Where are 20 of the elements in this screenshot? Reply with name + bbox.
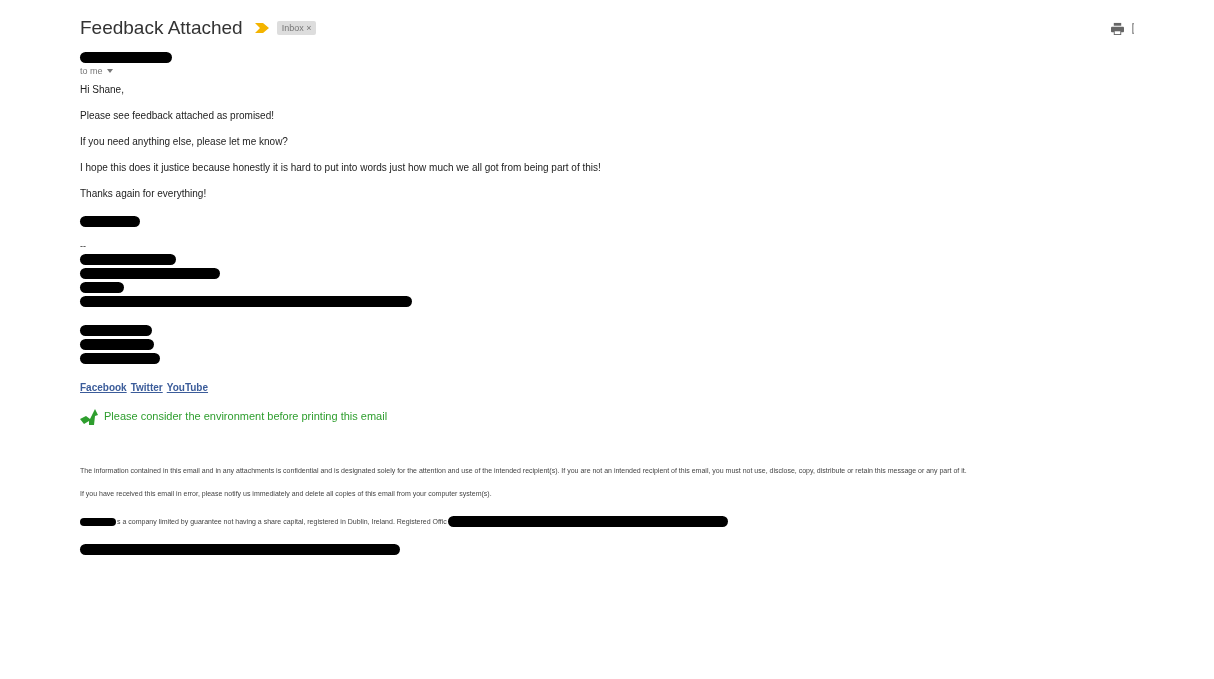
social-link[interactable]: Twitter bbox=[130, 382, 163, 393]
message-paragraph: I hope this does it justice because honestly it is hard to put into words just how much we all got from being part of this! bbox=[80, 162, 602, 174]
redaction-mark bbox=[80, 216, 140, 227]
message-paragraph: Hi Shane, bbox=[80, 84, 125, 96]
social-link[interactable]: YouTube bbox=[166, 382, 209, 393]
signature-separator: -- bbox=[80, 241, 87, 251]
caret-icon[interactable] bbox=[106, 69, 113, 73]
inbox-label[interactable]: Inbox × bbox=[276, 21, 317, 35]
environment-note: Please consider the environment before printing this email bbox=[104, 410, 388, 422]
message-paragraph: Thanks again for everything! bbox=[80, 188, 208, 200]
message-paragraph: If you need anything else, please let me know? bbox=[80, 136, 289, 148]
print-icon[interactable] bbox=[1111, 21, 1124, 35]
message-paragraph: Please see feedback attached as promised! bbox=[80, 110, 275, 122]
email-subject: Feedback Attached bbox=[80, 17, 243, 39]
redaction-mark bbox=[80, 282, 124, 293]
social-link[interactable]: Facebook bbox=[80, 382, 127, 393]
recipient-line[interactable]: to me bbox=[80, 66, 103, 76]
redaction-mark bbox=[80, 325, 152, 336]
importance-marker-icon[interactable] bbox=[254, 23, 269, 33]
redaction-mark bbox=[80, 517, 116, 526]
